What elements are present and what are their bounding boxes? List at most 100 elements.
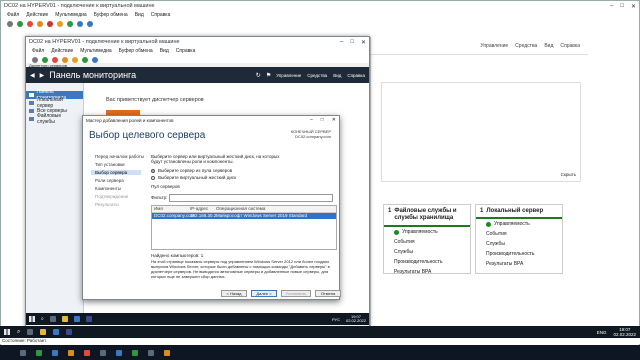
forward-icon[interactable]: ▶ — [40, 72, 45, 79]
windows-start-icon[interactable] — [4, 329, 10, 335]
turn-off-icon[interactable] — [27, 20, 33, 27]
app-icon[interactable] — [132, 349, 138, 356]
reset-icon[interactable] — [82, 56, 88, 63]
server-manager-icon[interactable] — [73, 316, 80, 322]
sidebar-item-local-server[interactable]: Локальный сервер — [26, 97, 83, 109]
menu-view[interactable]: Вид — [135, 12, 144, 18]
wizard-step[interactable]: Тип установки — [95, 162, 125, 167]
wizard-step[interactable]: Роли сервера — [95, 178, 124, 183]
maximize-icon[interactable]: □ — [350, 39, 354, 46]
powershell-icon[interactable] — [85, 316, 92, 322]
tile-item[interactable]: События — [486, 231, 507, 237]
wizard-step[interactable]: Перед началом работы — [95, 154, 144, 159]
sidebar-item-file-services[interactable]: Файловые службы — [26, 113, 83, 125]
save-state-icon[interactable] — [47, 20, 53, 27]
outer-menu-help[interactable]: Справка — [560, 43, 580, 49]
outer-menu-manage[interactable]: Управление — [480, 43, 508, 49]
hyperv-icon[interactable] — [53, 329, 60, 335]
search-icon[interactable]: ⌕ — [41, 316, 44, 322]
minimize-icon[interactable]: – — [340, 39, 343, 46]
sm-menu-manage[interactable]: Управление — [276, 73, 301, 78]
pause-icon[interactable] — [57, 20, 63, 27]
minimize-icon[interactable]: – — [310, 117, 313, 123]
tile-item[interactable]: События — [394, 239, 415, 245]
menu-help[interactable]: Справка — [176, 48, 196, 54]
explorer-icon[interactable] — [61, 316, 68, 322]
app-icon[interactable] — [116, 349, 122, 356]
tile-item[interactable]: Результаты BPA — [394, 269, 431, 275]
checkpoint-icon[interactable] — [77, 20, 83, 27]
revert-icon[interactable] — [87, 20, 93, 27]
task-view-icon[interactable] — [27, 329, 34, 335]
tile-file-services[interactable]: 1 Файловые службы и службы хранилища Упра… — [383, 204, 471, 275]
app-icon[interactable] — [68, 349, 74, 356]
radio-vhd[interactable]: Выберите виртуальный жесткий диск — [151, 175, 337, 180]
col-ip[interactable]: IP-адрес — [190, 206, 216, 212]
hide-link[interactable]: Скрыть — [561, 172, 576, 177]
ctrl-alt-del-icon[interactable] — [32, 56, 38, 63]
table-row[interactable]: DC02.company.com 192.168.30.2 Майкрософт… — [152, 213, 336, 219]
menu-view[interactable]: Вид — [160, 48, 169, 54]
tile-local-server[interactable]: 1 Локальный сервер Управляемость События … — [475, 204, 563, 274]
outer-menu-tools[interactable]: Средства — [515, 43, 537, 49]
col-name[interactable]: Имя — [152, 206, 190, 212]
radio-server-pool[interactable]: Выберите сервер из пула серверов — [151, 168, 337, 173]
task-view-icon[interactable] — [49, 316, 56, 322]
start-icon[interactable] — [42, 56, 48, 63]
close-icon[interactable]: ✕ — [631, 3, 636, 10]
close-icon[interactable]: ✕ — [361, 39, 366, 46]
turn-off-icon[interactable] — [52, 56, 58, 63]
flag-icon[interactable]: ⚑ — [266, 72, 271, 79]
app-icon[interactable] — [164, 349, 170, 356]
reset-icon[interactable] — [67, 20, 73, 27]
tile-item[interactable]: Результаты BPA — [486, 261, 523, 267]
tile-item[interactable]: Производительность — [394, 259, 443, 265]
menu-clipboard[interactable]: Буфер обмена — [119, 48, 153, 54]
sm-menu-view[interactable]: Вид — [333, 73, 341, 78]
back-icon[interactable]: ◀ — [30, 72, 35, 79]
app-icon[interactable] — [148, 349, 154, 356]
sm-menu-tools[interactable]: Средства — [307, 73, 327, 78]
menu-file[interactable]: Файл — [32, 48, 44, 54]
cancel-button[interactable]: Отмена — [315, 290, 341, 297]
menu-action[interactable]: Действие — [26, 12, 48, 18]
maximize-icon[interactable]: □ — [321, 117, 324, 123]
shutdown-icon[interactable] — [37, 20, 43, 27]
tile-item[interactable]: Управляемость — [402, 229, 438, 235]
minimize-icon[interactable]: – — [610, 3, 613, 10]
app-icon[interactable] — [100, 349, 106, 356]
app-icon[interactable] — [20, 349, 26, 356]
menu-clipboard[interactable]: Буфер обмена — [94, 12, 128, 18]
menu-file[interactable]: Файл — [7, 12, 19, 18]
next-button[interactable]: Далее > — [251, 290, 277, 297]
tile-item[interactable]: Службы — [394, 249, 413, 255]
menu-action[interactable]: Действие — [51, 48, 73, 54]
explorer-icon[interactable] — [40, 329, 47, 335]
menu-media[interactable]: Мультимедиа — [80, 48, 111, 54]
maximize-icon[interactable]: □ — [620, 3, 624, 10]
ctrl-alt-del-icon[interactable] — [7, 20, 13, 27]
host-tray-lang[interactable]: ENG — [597, 330, 607, 335]
filter-input[interactable] — [169, 194, 333, 202]
tile-item[interactable]: Производительность — [486, 251, 535, 257]
menu-help[interactable]: Справка — [151, 12, 171, 18]
search-icon[interactable]: ⌕ — [17, 329, 20, 336]
app-icon[interactable] — [52, 349, 58, 356]
pause-icon[interactable] — [72, 56, 78, 63]
tile-item[interactable]: Службы — [486, 241, 505, 247]
col-os[interactable]: Операционная система — [216, 206, 336, 212]
menu-media[interactable]: Мультимедиа — [55, 12, 86, 18]
wizard-step[interactable]: Компоненты — [95, 186, 121, 191]
app-icon[interactable] — [84, 349, 90, 356]
tile-item[interactable]: Управляемость — [494, 221, 530, 227]
refresh-icon[interactable]: ↻ — [256, 72, 261, 79]
checkpoint-icon[interactable] — [92, 56, 98, 63]
sm-menu-help[interactable]: Справка — [347, 73, 365, 78]
back-button[interactable]: < Назад — [221, 290, 247, 297]
wizard-step-active[interactable]: Выбор сервера — [91, 170, 141, 175]
vm-tray-lang[interactable]: РУС — [332, 317, 340, 322]
shutdown-icon[interactable] — [62, 56, 68, 63]
start-icon[interactable] — [17, 20, 23, 27]
outer-menu-view[interactable]: Вид — [544, 43, 553, 49]
app-icon[interactable] — [36, 349, 42, 356]
